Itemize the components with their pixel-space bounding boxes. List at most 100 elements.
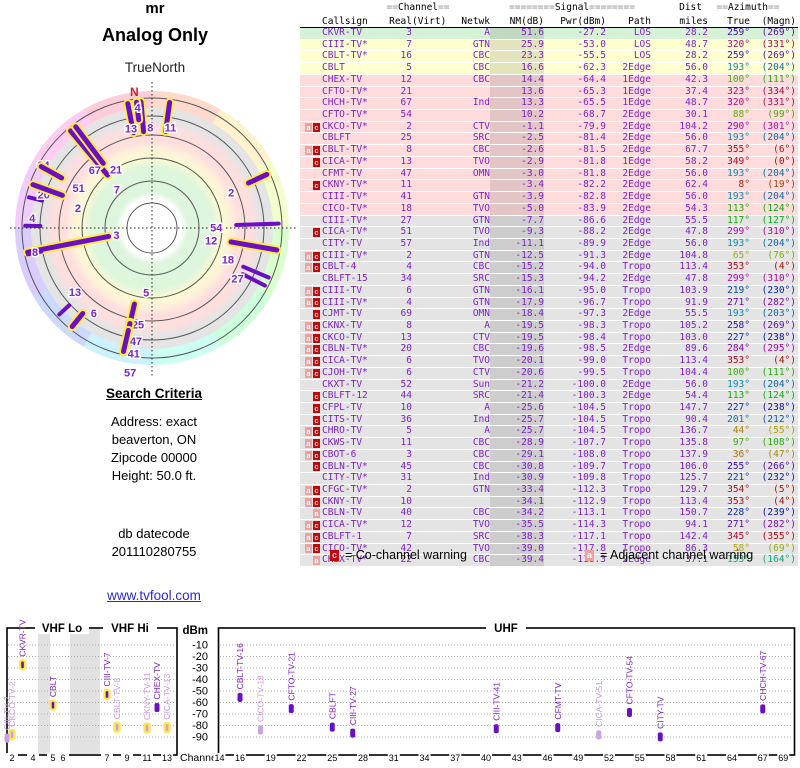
warning-badges: ac [300,262,320,273]
cell-path: 2Edge [622,120,651,132]
channel-tick-label: 52 [604,753,614,763]
cell-magnetic-azimuth: (5°) [773,484,796,496]
cell-distance: 54.3 [685,202,708,214]
warning-badges [300,40,320,51]
station-marker [49,699,57,711]
cell-true-azimuth: 323° [727,85,750,97]
station-label: CKVR-TV [18,619,28,657]
cell-power: -82.8 [577,191,606,203]
cell-path: 2Edge [622,179,651,191]
cell-path: 2Edge [622,343,651,355]
table-row: CITY-TV 57 Ind -11.1 -89.9 2Edge 56.0 193° (204°… [300,238,798,251]
cell-magnetic-azimuth: (4°) [773,261,796,273]
radar-channel-label: 7 [114,184,120,196]
cell-callsign: CIII-TV [322,284,363,296]
cell-nm: 16.6 [490,62,544,74]
cell-callsign: CBLT-4 [322,261,357,273]
cell-path: Tropo [622,425,651,437]
cell-true-azimuth: 290° [727,120,750,132]
search-criteria: Search Criteria Address: exact beaverton… [58,386,250,561]
table-row: CFMT-TV 47 OMN -3.0 -81.8 2Edge 56.0 193° (204°) [300,167,798,181]
cell-path: 2Edge [622,273,651,285]
cell-network: GTN [472,249,490,261]
cell-distance: 89.6 [685,343,708,355]
cell-power: -91.3 [577,249,606,261]
cell-magnetic-azimuth: (204°) [761,132,796,144]
station-label: CBLT-TV-8 [112,678,122,720]
cell-distance: 28.2 [685,50,708,62]
cell-callsign: CICA-TV* [322,355,368,367]
search-zipcode: Zipcode 00000 [110,450,197,465]
cell-real-channel: 10 [400,495,412,507]
cell-distance: 104.4 [679,366,708,378]
cell-network: CBC [472,73,490,85]
radar-channel-label: 5 [143,287,149,299]
cell-virt-channel [412,239,442,250]
co-channel-badge: c [313,310,320,320]
channel-tick-label: 4 [30,753,35,763]
warning-badges: ac [300,485,320,496]
cell-network: GTN [472,296,490,308]
cell-callsign: CBLFT-15 [322,273,368,285]
station-label: CFMT-TV [553,682,563,719]
cell-virt-channel [412,403,442,414]
table-row: c CICA-TV* 51 TVO -9.3 -88.2 2Edge 47.8 299° (310… [300,226,798,239]
warning-badges: ac [300,532,320,543]
cell-virt-channel [412,251,442,262]
cell-virt-channel [412,216,442,227]
co-channel-badge: c [313,298,320,308]
warning-legend: c = Co-channel warning a = Adjacent chan… [330,548,800,562]
station-label: CBLT-TV-16 [235,643,245,689]
cell-true-azimuth: 228° [727,507,750,519]
station-marker [163,721,171,734]
warning-badges: ac [300,286,320,297]
table-row: c CFPL-TV 10 A -25.6 -104.5 Tropo 147.7 227° (238… [300,402,798,415]
cell-true-azimuth: 320° [727,97,750,109]
cell-path: 2Edge [622,167,651,179]
warning-badges [300,274,320,285]
tvfool-link[interactable]: www.tvfool.com [107,588,201,603]
cell-true-azimuth: 201° [727,413,750,425]
cell-network: CTV [472,120,490,132]
cell-network: CTV [472,331,490,343]
cell-network: CBC [472,507,490,519]
cell-nm: -2.9 [490,156,544,168]
cell-callsign: CFTO-TV* [322,85,368,97]
col-netwk: Netwk [461,16,490,27]
cell-distance: 113.4 [679,355,708,367]
true-north-label: TrueNorth [124,60,186,75]
table-row: a c CICA-TV* 6 TVO -20.1 -99.0 Tropo 113.4 353° (4… [300,355,798,368]
warning-badges: ac [300,426,320,437]
adjacent-channel-badge: a [305,521,312,531]
cell-path: 2Edge [622,191,651,203]
col-path: Path [628,16,651,27]
adjacent-channel-badge: a [313,556,320,566]
cell-nm: 13.6 [490,86,544,98]
station-marker [154,703,160,713]
cell-magnetic-azimuth: (230°) [761,284,796,296]
cell-path: Tropo [622,413,651,425]
radar-channel-label: 12 [205,236,217,248]
channel-tick-label: 14 [214,753,224,763]
cell-power: -68.7 [577,109,606,121]
cell-real-channel: 12 [400,73,412,85]
channel-tick-label: 6 [60,753,65,763]
co-channel-badge: c [313,462,320,472]
cell-power: -98.3 [577,319,606,331]
cell-nm: -16.1 [490,285,544,297]
cell-path: 1Edge [622,155,651,167]
table-row: CIII-TV* 41 GTN -3.9 -82.8 2Edge 56.0 193° (204°… [300,191,798,204]
cell-magnetic-azimuth: (124°) [761,202,796,214]
cell-virt-channel [412,75,442,86]
station-label: CHCH-TV-67 [758,650,768,700]
warning-badges: ac [300,497,320,508]
adjacent-channel-badge: a [305,450,312,460]
cell-path: 2Edge [622,226,651,238]
cell-real-channel: 41 [400,191,412,203]
search-height: Height: 50.0 ft. [111,468,197,483]
cell-true-azimuth: 355° [727,144,750,156]
cell-callsign: CKVR-TV [322,27,363,38]
cell-callsign: CIII-TV* [322,249,368,261]
station-marker [18,659,27,671]
cell-network [442,180,490,191]
